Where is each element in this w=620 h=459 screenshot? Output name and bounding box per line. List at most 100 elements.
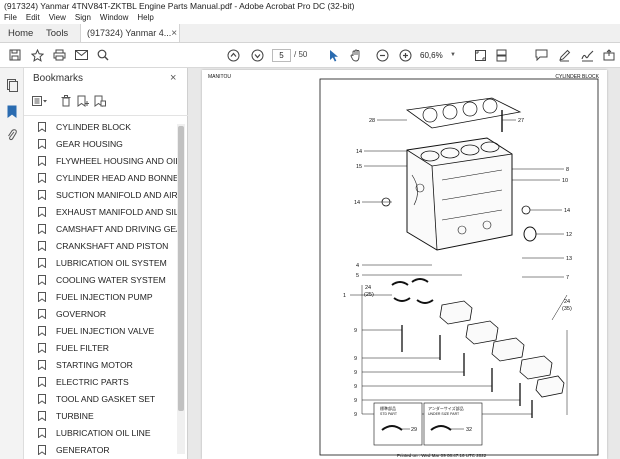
page-total: / 50	[294, 50, 308, 59]
tab-document[interactable]: (917324) Yanmar 4... ×	[80, 24, 180, 42]
bookmark-item[interactable]: LUBRICATION OIL SYSTEM	[38, 255, 178, 270]
bookmark-item[interactable]: GEAR HOUSING	[38, 136, 178, 151]
menu-window[interactable]: Window	[100, 12, 128, 24]
bookmark-label: GENERATOR	[56, 444, 110, 455]
bookmarks-scrollbar[interactable]	[177, 124, 185, 454]
bookmark-label: FUEL INJECTION PUMP	[56, 291, 153, 302]
undersize-part-sub: UNDER SIZE PART	[428, 412, 460, 416]
callout-label: 32	[466, 427, 472, 433]
callout-label: 13	[566, 256, 572, 262]
bookmark-star-icon[interactable]	[30, 48, 44, 62]
zoom-level-input[interactable]: 60,6%	[420, 49, 454, 62]
bookmark-icon	[38, 240, 46, 251]
bookmark-icon	[38, 189, 46, 200]
tab-close-button[interactable]: ×	[171, 28, 177, 39]
tab-home[interactable]: Home	[0, 24, 36, 42]
share-icon[interactable]	[602, 48, 616, 62]
callout-label: 14	[564, 208, 570, 214]
zoom-out-icon[interactable]	[375, 48, 389, 62]
bookmark-item[interactable]: ELECTRIC PARTS	[38, 374, 178, 389]
bookmark-item[interactable]: CAMSHAFT AND DRIVING GEAR	[38, 221, 178, 236]
bookmarks-title: Bookmarks	[33, 73, 84, 84]
bookmark-label: FUEL FILTER	[56, 342, 110, 353]
bookmark-label: GEAR HOUSING	[56, 138, 123, 149]
search-icon[interactable]	[96, 48, 110, 62]
menu-edit[interactable]: Edit	[26, 12, 40, 24]
bookmark-icon	[38, 427, 46, 438]
main-toolbar: 5 / 50 60,6% ▼	[0, 43, 620, 68]
new-bookmark-icon[interactable]	[76, 94, 90, 108]
bookmark-item[interactable]: CYLINDER BLOCK	[38, 119, 178, 134]
bookmark-label: FLYWHEEL HOUSING AND OIL SUMP	[56, 155, 178, 166]
bookmarks-scroll-thumb[interactable]	[178, 126, 184, 411]
cylinder-block-drawing	[406, 137, 513, 251]
select-cursor-icon[interactable]	[327, 48, 341, 62]
callout-label: 15	[356, 164, 362, 170]
menu-help[interactable]: Help	[137, 12, 153, 24]
bookmark-icon	[38, 376, 46, 387]
callout-label: 4	[356, 263, 359, 269]
comment-icon[interactable]	[534, 48, 548, 62]
bookmark-icon	[38, 393, 46, 404]
menu-sign[interactable]: Sign	[75, 12, 91, 24]
bookmark-item[interactable]: TOOL AND GASKET SET	[38, 391, 178, 406]
bookmarks-close-button[interactable]: ×	[170, 72, 176, 84]
expand-bookmark-icon[interactable]	[93, 94, 107, 108]
menu-bar: File Edit View Sign Window Help	[0, 12, 620, 24]
callout-label: 9	[354, 328, 357, 334]
zoom-in-icon[interactable]	[398, 48, 412, 62]
bearing-caps-drawing	[439, 300, 565, 398]
head-gasket-drawing	[405, 97, 522, 129]
callout-label: 14	[354, 200, 360, 206]
attachment-icon[interactable]	[5, 128, 19, 142]
scroll-mode-icon[interactable]	[494, 48, 508, 62]
document-view[interactable]: MANITOU CYLINDER BLOCK 28 27 14 15 8 10 …	[188, 68, 620, 459]
pen-icon[interactable]	[557, 48, 571, 62]
bookmark-options-icon[interactable]	[32, 94, 48, 108]
page-thumbnails-icon[interactable]	[5, 78, 19, 92]
bookmark-icon[interactable]	[5, 104, 19, 118]
page-down-icon[interactable]	[250, 48, 264, 62]
fit-page-icon[interactable]	[473, 48, 487, 62]
bookmark-label: LUBRICATION OIL LINE	[56, 427, 151, 438]
exploded-parts-diagram: 28 27 14 15 8 10 14 14 12 13 4 5 7 1 24 …	[319, 78, 599, 456]
bookmark-icon	[38, 444, 46, 455]
bookmark-item[interactable]: FUEL INJECTION PUMP	[38, 289, 178, 304]
bookmark-item[interactable]: CYLINDER HEAD AND BONNET	[38, 170, 178, 185]
page-number-input[interactable]: 5	[272, 49, 291, 62]
bookmark-item[interactable]: FUEL FILTER	[38, 340, 178, 355]
print-icon[interactable]	[52, 48, 66, 62]
bookmark-label: TOOL AND GASKET SET	[56, 393, 156, 404]
hand-icon[interactable]	[349, 48, 363, 62]
save-icon[interactable]	[8, 48, 22, 62]
bookmark-item[interactable]: EXHAUST MANIFOLD AND SILENCER	[38, 204, 178, 219]
bookmark-icon	[38, 308, 46, 319]
bookmark-item[interactable]: SUCTION MANIFOLD AND AIR CLEANER	[38, 187, 178, 202]
sign-icon[interactable]	[580, 48, 594, 62]
email-icon[interactable]	[74, 48, 88, 62]
bookmark-item[interactable]: COOLING WATER SYSTEM	[38, 272, 178, 287]
callout-label: 24	[365, 285, 371, 291]
bookmark-item[interactable]: LUBRICATION OIL LINE	[38, 425, 178, 440]
bookmarks-panel: Bookmarks × CYLINDER BLOCK GEAR HOUSING …	[24, 68, 188, 459]
bookmark-icon	[38, 359, 46, 370]
bookmarks-divider	[24, 115, 188, 116]
bookmark-item[interactable]: FLYWHEEL HOUSING AND OIL SUMP	[38, 153, 178, 168]
bookmark-item[interactable]: GENERATOR	[38, 442, 178, 457]
delete-bookmark-icon[interactable]	[59, 94, 73, 108]
zoom-dropdown-chevron-icon[interactable]: ▼	[450, 52, 456, 58]
callout-label: 29	[411, 427, 417, 433]
menu-file[interactable]: File	[4, 12, 17, 24]
bookmark-item[interactable]: STARTING MOTOR	[38, 357, 178, 372]
page-up-icon[interactable]	[226, 48, 240, 62]
tab-tools[interactable]: Tools	[36, 24, 80, 42]
bookmark-item[interactable]: CRANKSHAFT AND PISTON	[38, 238, 178, 253]
menu-view[interactable]: View	[49, 12, 66, 24]
bookmark-item[interactable]: FUEL INJECTION VALVE	[38, 323, 178, 338]
bookmark-item[interactable]: GOVERNOR	[38, 306, 178, 321]
callout-label: 9	[354, 370, 357, 376]
callout-label: 9	[354, 384, 357, 390]
callout-label: 9	[354, 356, 357, 362]
bookmark-item[interactable]: TURBINE	[38, 408, 178, 423]
callout-label: (25)	[364, 292, 374, 298]
